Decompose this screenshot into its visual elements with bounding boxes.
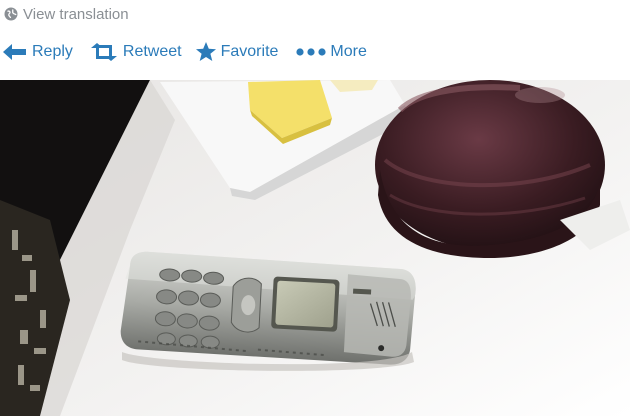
reply-icon — [3, 44, 26, 60]
reply-button[interactable]: Reply — [2, 43, 73, 61]
tweet-photo[interactable] — [0, 80, 630, 416]
view-translation-label: View translation — [23, 5, 129, 23]
phone-on-table-photo — [0, 80, 630, 416]
globe-icon — [4, 7, 18, 21]
more-button[interactable]: More — [296, 43, 367, 61]
favorite-label: Favorite — [220, 43, 279, 60]
view-translation-link[interactable]: View translation — [4, 4, 129, 24]
retweet-icon — [90, 43, 117, 61]
favorite-button[interactable]: Favorite — [195, 41, 279, 63]
retweet-button[interactable]: Retweet — [89, 42, 182, 62]
more-dots-icon — [296, 48, 327, 56]
more-label: More — [330, 43, 367, 60]
reply-label: Reply — [32, 43, 73, 60]
tweet-actions: Reply Retweet Favorite More — [2, 40, 367, 64]
star-icon — [195, 42, 216, 61]
retweet-label: Retweet — [122, 43, 182, 60]
